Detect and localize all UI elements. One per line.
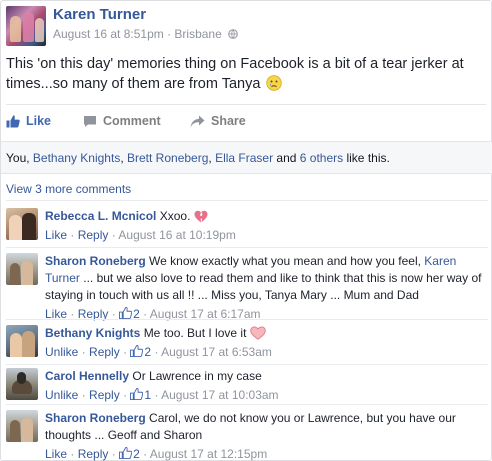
comment-like-link[interactable]: Like: [45, 228, 67, 242]
post-actions-bar: Like Comment Share: [1, 109, 492, 139]
comment-reply-link[interactable]: Reply: [78, 447, 109, 461]
comment-body: Sharon Roneberg Carol, we do not know yo…: [45, 410, 485, 461]
comment-divider: [6, 404, 488, 405]
comment-reply-link[interactable]: Reply: [89, 345, 120, 359]
likes-summary-text: You, Bethany Knights, Brett Roneberg, El…: [6, 151, 390, 165]
avatar-photo-figure: [10, 263, 20, 285]
crying-face-icon: [266, 75, 283, 91]
view-more-comments-link[interactable]: View 3 more comments: [6, 182, 131, 196]
commenter-avatar[interactable]: [6, 410, 38, 442]
like-count-value: 2: [133, 447, 140, 461]
thumbs-up-icon: [119, 307, 133, 319]
comment-time[interactable]: August 17 at 6:53am: [161, 345, 272, 359]
comment-divider: [6, 364, 488, 365]
thumbs-up-icon: [130, 388, 144, 400]
avatar-photo-figure: [22, 213, 36, 240]
commenter-name[interactable]: Sharon Roneberg: [45, 254, 146, 268]
avatar-photo-figure: [10, 420, 20, 442]
post-header: Karen Turner August 16 at 8:51pm · Brisb…: [6, 6, 486, 48]
comment-text: We know exactly what you mean and how yo…: [149, 254, 425, 268]
comment-unlike-link[interactable]: Unlike: [45, 345, 78, 359]
avatar-photo-figure: [35, 18, 44, 42]
comment-time[interactable]: August 17 at 12:15pm: [150, 447, 267, 461]
comment-footer: Unlike · Reply · 1 · August 17 at 10:03a…: [45, 388, 279, 402]
commenter-avatar[interactable]: [6, 368, 38, 400]
author-name[interactable]: Karen Turner: [53, 6, 146, 23]
comment-text: Xxoo.: [159, 209, 191, 223]
globe-icon[interactable]: [228, 29, 238, 39]
commenter-avatar[interactable]: [6, 325, 38, 357]
comment-like-count[interactable]: 2: [130, 345, 151, 359]
comment-like-link[interactable]: Like: [45, 447, 67, 461]
comment-like-count[interactable]: 1: [130, 388, 151, 402]
likes-separator: ,: [120, 151, 127, 165]
avatar-photo-figure: [10, 333, 22, 357]
like-count-value: 2: [144, 345, 152, 359]
likes-and: and: [273, 151, 300, 165]
comment-like-count[interactable]: 2: [119, 447, 140, 461]
comment-body: Bethany Knights Me too. But I love it Un…: [45, 325, 485, 361]
avatar-photo-figure: [10, 16, 21, 42]
thumbs-up-icon: [6, 115, 20, 128]
share-button[interactable]: Share: [190, 114, 246, 128]
likes-others-link[interactable]: 6 others: [300, 151, 343, 165]
comment-divider: [6, 247, 488, 248]
thumbs-up-icon: [130, 345, 144, 357]
likes-suffix: like this.: [343, 151, 390, 165]
avatar-photo-figure: [17, 372, 26, 384]
post-location[interactable]: Brisbane: [174, 27, 221, 41]
commenter-avatar[interactable]: [6, 253, 38, 285]
post-date[interactable]: August 16 at 8:51pm: [53, 27, 164, 41]
likes-prefix: You,: [6, 151, 33, 165]
comment-footer: Like · Reply · August 16 at 10:19pm: [45, 228, 236, 242]
like-button[interactable]: Like: [6, 114, 51, 128]
comment-reply-link[interactable]: Reply: [89, 388, 120, 402]
commenter-name[interactable]: Carol Hennelly: [45, 369, 129, 383]
comment-icon: [84, 116, 96, 127]
comment-footer: Unlike · Reply · 2 · August 17 at 6:53am: [45, 345, 272, 359]
avatar-photo-figure: [21, 418, 33, 442]
comment-button[interactable]: Comment: [83, 114, 161, 128]
like-count-value: 1: [144, 388, 152, 402]
broken-heart-icon: [194, 210, 208, 223]
comment-body: Sharon Roneberg We know exactly what you…: [45, 253, 485, 323]
liker-link[interactable]: Brett Roneberg: [127, 151, 208, 165]
commenter-name[interactable]: Sharon Roneberg: [45, 411, 146, 425]
commenter-avatar[interactable]: [6, 208, 38, 240]
comment-footer: Like · Reply · 2 · August 17 at 12:15pm: [45, 447, 268, 461]
heart-icon: [249, 326, 266, 340]
post-text: This 'on this day' memories thing on Fac…: [6, 54, 486, 94]
post-divider: [6, 104, 486, 105]
post-body-text: This 'on this day' memories thing on Fac…: [6, 56, 464, 92]
comment-footer: Like · Reply · 2 · August 17 at 6:17am: [45, 307, 261, 321]
liker-link[interactable]: Ella Fraser: [215, 151, 273, 165]
comment-text: Me too. But I love it: [143, 326, 247, 340]
comment-unlike-link[interactable]: Unlike: [45, 388, 78, 402]
comment-divider: [6, 319, 488, 320]
thumbs-up-icon: [119, 447, 133, 459]
comment-label: Comment: [103, 114, 161, 128]
avatar-photo-figure: [22, 331, 35, 357]
author-avatar[interactable]: [6, 6, 46, 46]
facebook-post-card: Karen Turner August 16 at 8:51pm · Brisb…: [0, 0, 492, 461]
post-meta: August 16 at 8:51pm · Brisbane: [53, 27, 238, 41]
comment-time[interactable]: August 16 at 10:19pm: [118, 228, 235, 242]
comments-divider: [6, 200, 488, 201]
likes-summary-bar: You, Bethany Knights, Brett Roneberg, El…: [1, 141, 492, 174]
like-label: Like: [26, 114, 52, 128]
liker-link[interactable]: Bethany Knights: [33, 151, 120, 165]
commenter-name[interactable]: Rebecca L. Mcnicol: [45, 209, 156, 223]
share-label: Share: [211, 114, 246, 128]
comment-body: Rebecca L. Mcnicol Xxoo. Like · Reply · …: [45, 208, 485, 244]
commenter-name[interactable]: Bethany Knights: [45, 326, 140, 340]
avatar-photo-figure: [23, 12, 34, 42]
comment-reply-link[interactable]: Reply: [78, 228, 109, 242]
comment-text: Or Lawrence in my case: [132, 369, 262, 383]
comment-body: Carol Hennelly Or Lawrence in my case Un…: [45, 368, 485, 404]
avatar-photo-figure: [9, 215, 22, 240]
avatar-photo-figure: [21, 261, 33, 285]
comment-time[interactable]: August 17 at 10:03am: [161, 388, 278, 402]
share-icon: [190, 115, 205, 128]
comment-text: ... but we also love to read them and li…: [45, 271, 482, 302]
